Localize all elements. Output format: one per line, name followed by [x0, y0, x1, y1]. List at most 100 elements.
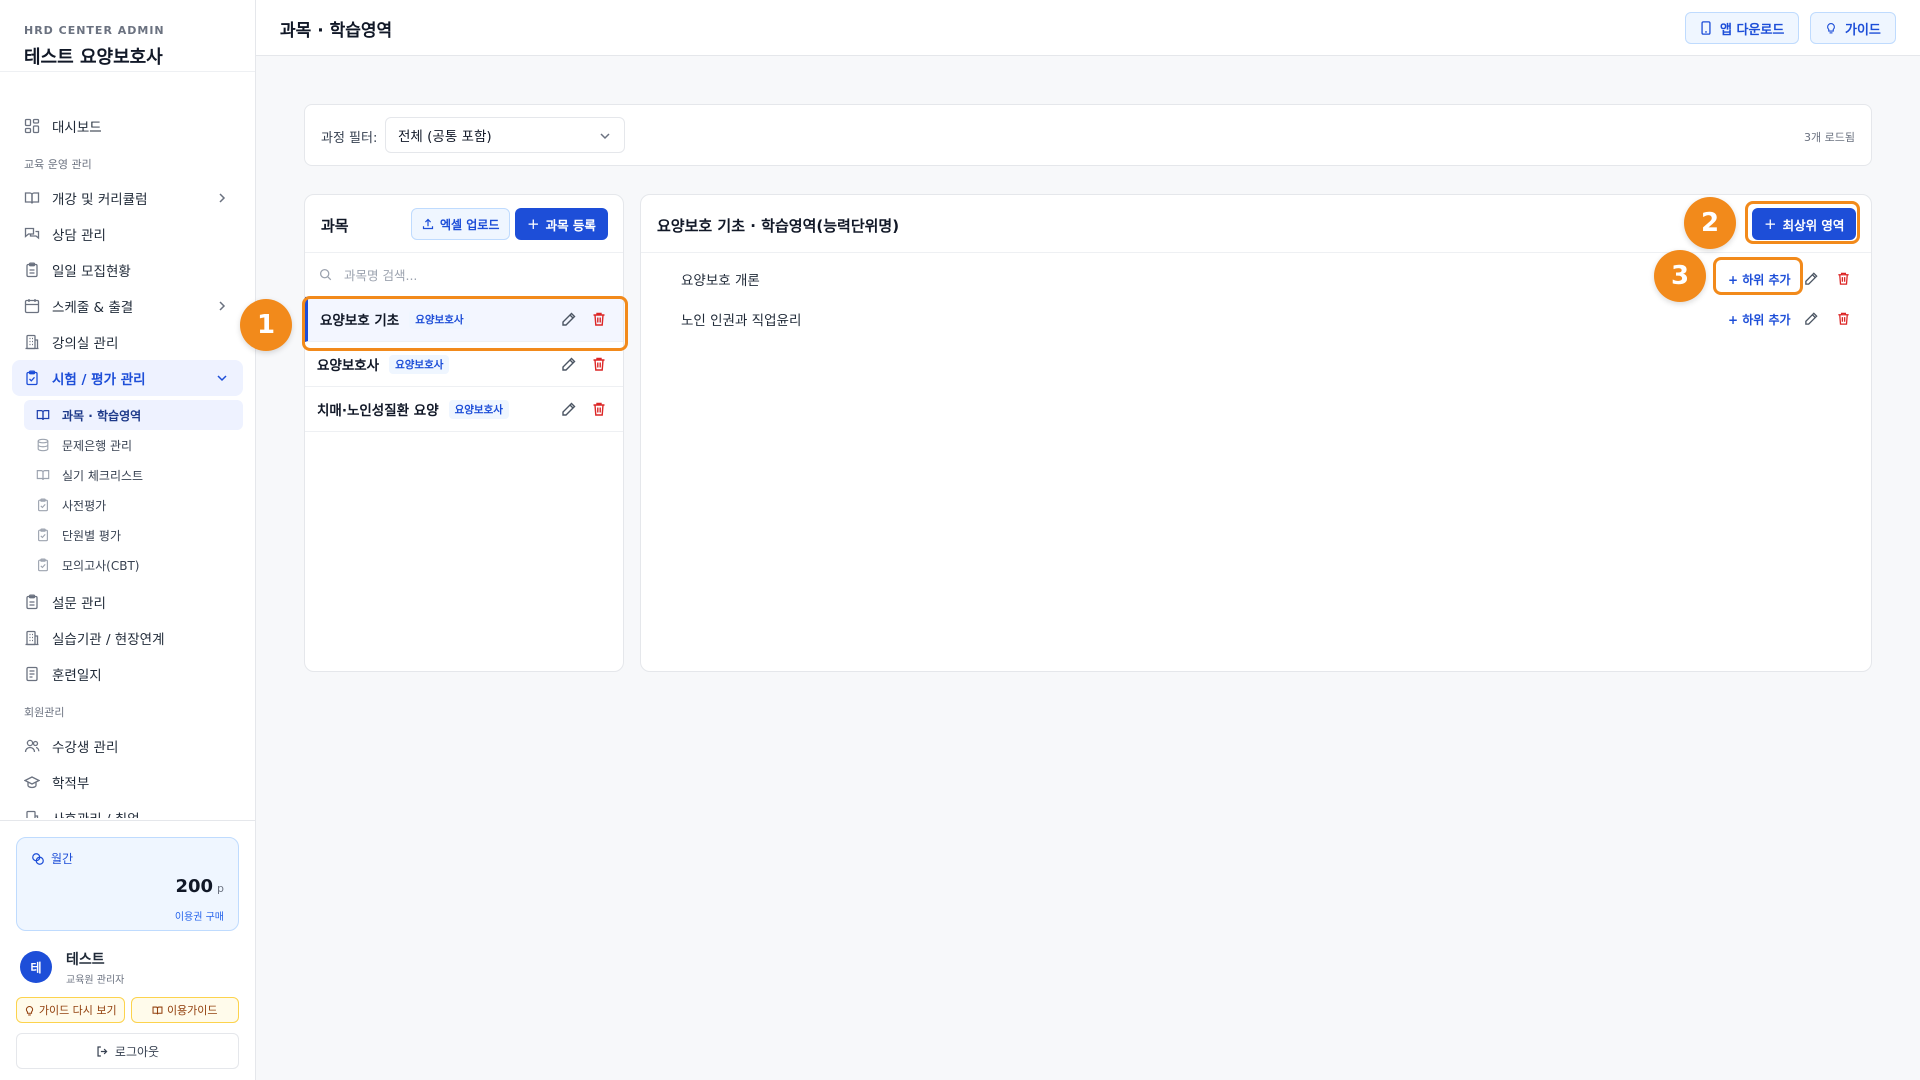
sidebar-subitem-subjects[interactable]: 과목 · 학습영역	[24, 400, 243, 430]
sidebar-item-label: 개강 및 커리큘럼	[52, 192, 148, 208]
trash-icon[interactable]	[1836, 271, 1851, 286]
sidebar-subitem-label: 모의고사(CBT)	[62, 558, 140, 573]
sidebar-item-students[interactable]: 수강생 관리	[12, 728, 243, 764]
learning-areas-title: 요양보호 기초 · 학습영역(능력단위명)	[657, 217, 900, 235]
calendar-icon	[24, 298, 40, 314]
subject-row[interactable]: 요양보호 기초 요양보호사	[305, 297, 623, 342]
pencil-icon[interactable]	[1804, 271, 1819, 286]
pencil-icon[interactable]	[561, 356, 577, 372]
pencil-icon[interactable]	[1804, 311, 1819, 326]
sidebar-item-label: 상담 관리	[52, 228, 106, 244]
plan-label: 월간	[51, 852, 74, 866]
sidebar-subitem-label: 문제은행 관리	[62, 438, 133, 453]
clipboard-check-icon	[24, 370, 40, 386]
plus-icon: +	[527, 215, 540, 233]
sidebar-subitem-question-bank[interactable]: 문제은행 관리	[24, 430, 243, 460]
plan-label-row: 월간	[31, 850, 224, 867]
brand-title: 테스트 요양보호사	[24, 47, 163, 68]
guide-again-button[interactable]: 가이드 다시 보기	[16, 997, 125, 1023]
sidebar-item-practice-site[interactable]: 실습기관 / 현장연계	[12, 620, 243, 656]
database-icon	[36, 438, 50, 452]
sidebar-subitem-practical-checklist[interactable]: 실기 체크리스트	[24, 460, 243, 490]
add-top-area-label: 최상위 영역	[1782, 217, 1845, 233]
subject-row[interactable]: 요양보호사 요양보호사	[305, 342, 623, 387]
clipboard-icon	[24, 262, 40, 278]
sidebar-nav: 대시보드 교육 운영 관리 개강 및 커리큘럼 상담 관리 일일 모집현황 스케…	[0, 92, 255, 818]
sidebar-item-label: 일일 모집현황	[52, 264, 131, 280]
sidebar-item-daily-recruit[interactable]: 일일 모집현황	[12, 252, 243, 288]
sidebar-item-survey[interactable]: 설문 관리	[12, 584, 243, 620]
sidebar-item-exam[interactable]: 시험 / 평가 관리	[12, 360, 243, 396]
trash-icon[interactable]	[591, 356, 607, 372]
book-open-icon	[24, 190, 40, 206]
add-top-area-button[interactable]: + 최상위 영역	[1752, 208, 1857, 240]
trash-icon[interactable]	[1836, 311, 1851, 326]
logout-button[interactable]: 로그아웃	[16, 1033, 239, 1069]
sidebar-item-aftercare[interactable]: 사후관리 / 취업	[12, 800, 243, 818]
course-tag: 요양보호사	[389, 354, 450, 374]
clipboard-check-icon	[36, 558, 50, 572]
learning-area-row[interactable]: 노인 인권과 직업윤리 + 하위 추가	[641, 299, 1871, 339]
excel-upload-button[interactable]: 엑셀 업로드	[411, 208, 511, 240]
book-open-icon	[36, 468, 50, 482]
chevron-right-icon	[219, 193, 226, 203]
course-filter-bar: 과정 필터: 전체 (공통 포함) 3개 로드됨	[304, 104, 1872, 166]
sidebar-item-classroom[interactable]: 강의실 관리	[12, 324, 243, 360]
sidebar: HRD CENTER ADMIN 테스트 요양보호사 대시보드 교육 운영 관리…	[0, 0, 256, 1080]
chevron-down-icon	[217, 375, 227, 382]
add-subject-label: 과목 등록	[545, 217, 596, 233]
page-title: 과목 · 학습영역	[280, 21, 393, 41]
points-number: 200	[175, 876, 214, 897]
sidebar-item-consult[interactable]: 상담 관리	[12, 216, 243, 252]
guide-label: 가이드	[1845, 22, 1881, 38]
learning-area-name: 요양보호 개론	[681, 273, 760, 289]
chevron-right-icon	[219, 301, 226, 311]
app-download-label: 앱 다운로드	[1720, 22, 1785, 38]
pencil-icon[interactable]	[561, 311, 577, 327]
sidebar-item-schedule[interactable]: 스케줄 & 출결	[12, 288, 243, 324]
brand-subtitle: HRD CENTER ADMIN	[24, 24, 165, 37]
sidebar-subitem-unit-assessment[interactable]: 단원별 평가	[24, 520, 243, 550]
building-icon	[24, 810, 40, 818]
logout-icon	[97, 1045, 108, 1057]
lightbulb-icon	[25, 1005, 33, 1015]
subject-name: 치매·노인성질환 요양	[317, 403, 439, 419]
clipboard-icon	[24, 594, 40, 610]
usage-guide-button[interactable]: 이용가이드	[130, 997, 239, 1023]
course-filter-select[interactable]: 전체 (공통 포함)	[385, 117, 625, 153]
sidebar-item-dashboard[interactable]: 대시보드	[12, 108, 243, 144]
subject-search-input[interactable]: 과목명 검색...	[305, 253, 623, 297]
logout-label: 로그아웃	[114, 1044, 160, 1059]
chevron-down-icon	[600, 133, 610, 140]
sidebar-item-academic-records[interactable]: 학적부	[12, 764, 243, 800]
subjects-panel-title: 과목	[321, 217, 349, 235]
dashboard-grid-icon	[24, 118, 40, 134]
add-child-area-button[interactable]: + 하위 추가	[1720, 303, 1799, 335]
sidebar-subitem-label: 과목 · 학습영역	[62, 408, 142, 423]
course-filter-label: 과정 필터:	[321, 131, 378, 146]
pencil-icon[interactable]	[561, 401, 577, 417]
building-icon	[24, 630, 40, 646]
learning-area-name: 노인 인권과 직업윤리	[681, 313, 802, 329]
course-tag: 요양보호사	[448, 399, 509, 419]
add-child-area-button[interactable]: + 하위 추가	[1720, 263, 1799, 295]
app-download-button[interactable]: 앱 다운로드	[1685, 12, 1800, 44]
guide-button[interactable]: 가이드	[1810, 12, 1896, 44]
sidebar-subitem-pre-assessment[interactable]: 사전평가	[24, 490, 243, 520]
subject-row-actions	[561, 401, 607, 417]
sidebar-item-label: 설문 관리	[52, 596, 106, 612]
points-value: 200 p	[175, 876, 224, 897]
subject-row[interactable]: 치매·노인성질환 요양 요양보호사	[305, 387, 623, 432]
sidebar-subitem-mock-exam[interactable]: 모의고사(CBT)	[24, 550, 243, 580]
avatar: 테	[20, 951, 52, 983]
subject-name: 요양보호사	[317, 358, 380, 374]
buy-pass-link[interactable]: 이용권 구매	[175, 908, 224, 923]
callout-badge-3: 3	[1654, 250, 1706, 302]
sidebar-item-curriculum[interactable]: 개강 및 커리큘럼	[12, 180, 243, 216]
add-subject-button[interactable]: + 과목 등록	[515, 208, 608, 240]
trash-icon[interactable]	[591, 401, 607, 417]
plan-card: 월간 200 p 이용권 구매	[16, 837, 239, 931]
subject-search-placeholder: 과목명 검색...	[344, 268, 418, 283]
trash-icon[interactable]	[591, 311, 607, 327]
sidebar-item-training-log[interactable]: 훈련일지	[12, 656, 243, 692]
